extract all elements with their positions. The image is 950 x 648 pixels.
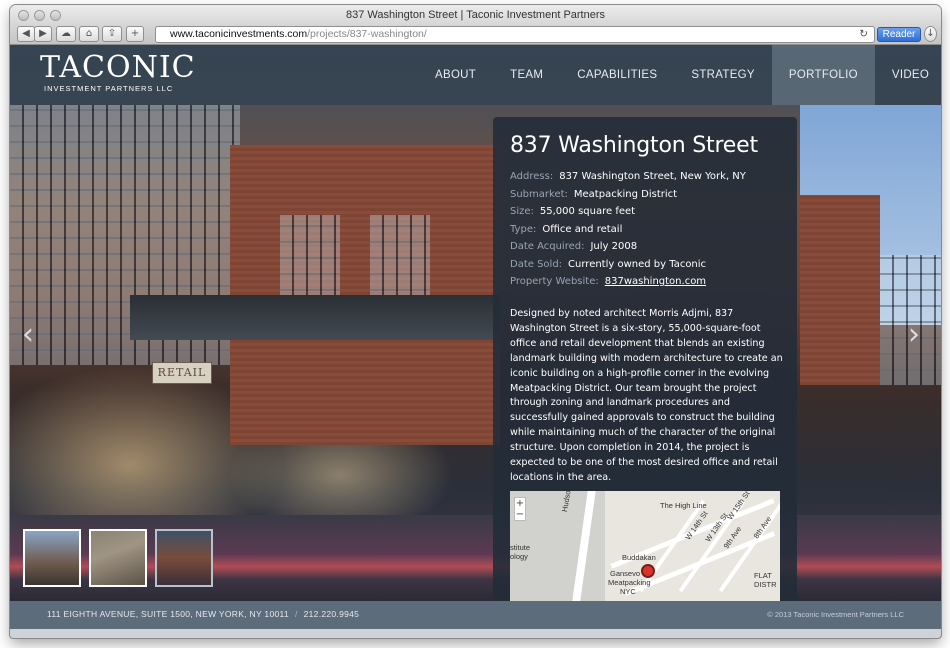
- brick-building-right: [800, 195, 880, 385]
- property-website-link[interactable]: 837washington.com: [605, 276, 706, 287]
- property-panel: 837 Washington Street Address: 837 Washin…: [493, 117, 797, 601]
- zoom-window-button[interactable]: [50, 10, 61, 21]
- fact-type: Type: Office and retail: [510, 223, 622, 237]
- fact-label: Address:: [510, 171, 554, 182]
- retail-sign: RETAIL: [152, 362, 212, 384]
- brick-window: [280, 215, 340, 305]
- minimize-window-button[interactable]: [34, 10, 45, 21]
- property-description: Designed by noted architect Morris Adjmi…: [510, 308, 783, 483]
- share-icon[interactable]: ⇪: [102, 26, 122, 42]
- site-header: TACONIC INVESTMENT PARTNERS LLC ABOUT TE…: [10, 45, 941, 105]
- fact-label: Size:: [510, 206, 534, 217]
- hero-photo: RETAIL: [10, 45, 941, 601]
- map-label-gansevoort: Gansevo: [610, 569, 641, 578]
- window-title: 837 Washington Street | Taconic Investme…: [345, 9, 606, 21]
- nav-team[interactable]: TEAM: [493, 45, 560, 105]
- footer-phone[interactable]: 212.220.9945: [304, 609, 360, 619]
- map-label-institute: stitute: [510, 543, 531, 552]
- nav-strategy[interactable]: STRATEGY: [674, 45, 772, 105]
- location-map[interactable]: + − Hudson Riv The High Line W 14th St W…: [510, 491, 780, 601]
- browser-window: 837 Washington Street | Taconic Investme…: [10, 5, 941, 638]
- page-bottom-strip: [10, 629, 941, 638]
- home-icon[interactable]: ⌂: [79, 26, 99, 42]
- footer-separator: /: [294, 609, 298, 619]
- fact-value: Office and retail: [542, 223, 623, 235]
- street: [10, 515, 941, 601]
- fact-label: Date Acquired:: [510, 241, 585, 252]
- zoom-in-button[interactable]: +: [515, 498, 525, 509]
- brick-window: [370, 215, 430, 305]
- fact-date-acquired: Date Acquired: July 2008: [510, 240, 637, 254]
- reload-icon[interactable]: ↻: [859, 27, 868, 42]
- fact-label: Property Website:: [510, 276, 599, 287]
- fact-label: Date Sold:: [510, 258, 563, 270]
- cloud-icon[interactable]: ☁: [56, 26, 76, 42]
- url-path: /projects/837-washington/: [307, 28, 427, 40]
- nav-portfolio[interactable]: PORTFOLIO: [771, 45, 875, 105]
- reader-button[interactable]: Reader: [877, 27, 921, 42]
- map-label-ology: ology: [510, 552, 528, 561]
- fact-website: Property Website: 837washington.com: [510, 275, 706, 289]
- nav-about[interactable]: ABOUT: [418, 45, 493, 105]
- url-host: www.taconicinvestments.com: [170, 28, 308, 40]
- close-window-button[interactable]: [18, 10, 29, 21]
- back-icon[interactable]: ◀: [17, 26, 35, 42]
- awning: [130, 295, 500, 340]
- nav-capabilities[interactable]: CAPABILITIES: [560, 45, 674, 105]
- thumbnail-2[interactable]: [89, 529, 147, 587]
- fact-value: Currently owned by Taconic: [568, 258, 707, 270]
- footer-contact: 111 EIGHTH AVENUE, SUITE 1500, NEW YORK,…: [47, 609, 359, 619]
- fact-date-sold: Date Sold: Currently owned by Taconic: [510, 258, 706, 272]
- logo[interactable]: TACONIC: [40, 53, 196, 83]
- forward-icon[interactable]: ▶: [34, 26, 52, 42]
- fact-value: July 2008: [590, 241, 638, 252]
- fact-value: Meatpacking District: [573, 188, 678, 200]
- download-icon[interactable]: ↓: [924, 26, 937, 42]
- fact-submarket: Submarket: Meatpacking District: [510, 188, 677, 202]
- footer-address: 111 EIGHTH AVENUE, SUITE 1500, NEW YORK,…: [47, 609, 289, 619]
- fact-address: Address: 837 Washington Street, New York,…: [510, 170, 746, 184]
- next-slide-icon[interactable]: ›: [908, 320, 932, 350]
- fact-size: Size: 55,000 square feet: [510, 205, 635, 219]
- map-label-buddakan: Buddakan: [622, 553, 656, 562]
- map-label-meatpacking: Meatpacking: [608, 578, 651, 587]
- map-label-nyc: NYC: [620, 587, 636, 596]
- property-title: 837 Washington Street: [510, 133, 758, 158]
- nav-video[interactable]: VIDEO: [875, 45, 941, 105]
- browser-toolbar: ◀ ▶ ☁ ⌂ ⇪ + www.taconicinvestments.com/p…: [10, 25, 941, 45]
- zoom-out-button[interactable]: −: [515, 509, 525, 520]
- thumbnail-3[interactable]: [155, 529, 213, 587]
- main-nav: ABOUT TEAM CAPABILITIES STRATEGY PORTFOL…: [418, 45, 941, 105]
- fact-label: Submarket:: [510, 188, 568, 200]
- window-titlebar: 837 Washington Street | Taconic Investme…: [10, 5, 941, 25]
- map-label-flatiron: FLAT DISTR: [754, 571, 777, 589]
- logo-subtitle: INVESTMENT PARTNERS LLC: [44, 84, 174, 93]
- map-zoom-control[interactable]: + −: [514, 497, 526, 521]
- prev-slide-icon[interactable]: ‹: [22, 320, 46, 350]
- web-page: RETAIL ‹ › TACONIC INVESTMENT PARTNERS L…: [10, 45, 941, 638]
- address-bar[interactable]: www.taconicinvestments.com/projects/837-…: [155, 26, 875, 43]
- fact-value: 55,000 square feet: [539, 206, 636, 217]
- map-pin-icon[interactable]: [641, 564, 655, 578]
- fact-label: Type:: [510, 223, 537, 235]
- add-tab-icon[interactable]: +: [126, 26, 144, 42]
- footer-copyright: © 2013 Taconic Investment Partners LLC: [767, 610, 904, 619]
- thumbnail-1[interactable]: [23, 529, 81, 587]
- fact-value: 837 Washington Street, New York, NY: [559, 171, 746, 182]
- site-footer: 111 EIGHTH AVENUE, SUITE 1500, NEW YORK,…: [10, 601, 941, 629]
- map-label-high-line: The High Line: [660, 501, 707, 510]
